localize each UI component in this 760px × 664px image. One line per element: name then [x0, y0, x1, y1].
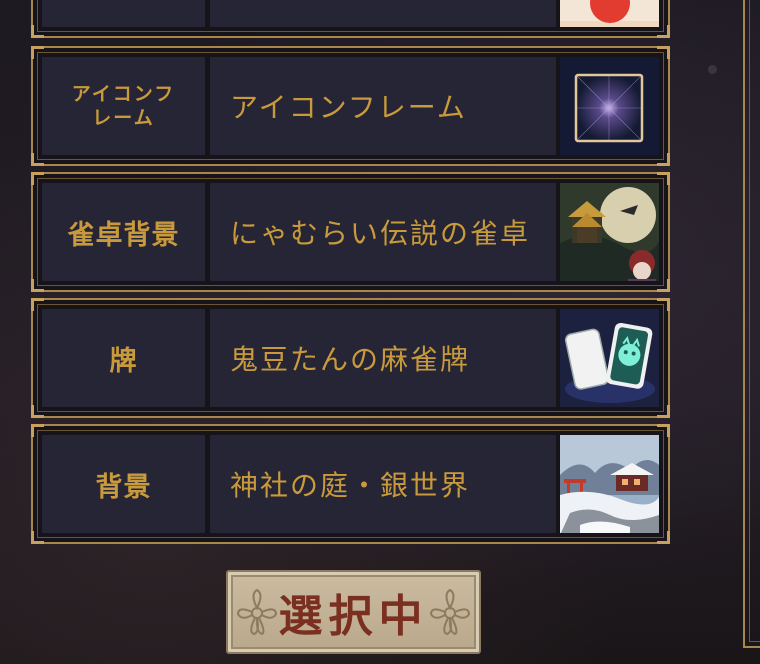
category-label: 背景	[42, 435, 205, 533]
side-panel-frame	[743, 0, 760, 648]
cherry-blossom-icon	[429, 588, 471, 636]
category-label: 雀卓背景	[42, 183, 205, 281]
list-item[interactable]: アイコンフ レーム アイコンフレーム	[31, 46, 670, 166]
selected-button-label: 選択中	[278, 591, 429, 642]
item-name: にゃむらい伝説の雀卓	[210, 183, 556, 281]
category-label: レーム	[92, 107, 155, 129]
list-item[interactable]: 雀卓背景 にゃむらい伝説の雀卓	[31, 172, 670, 292]
cherry-blossom-icon	[236, 588, 278, 636]
list-item[interactable]: 牌 鬼豆たんの麻雀牌	[31, 298, 670, 418]
red-sun-icon	[560, 0, 659, 27]
snow-shrine-thumbnail	[560, 435, 659, 533]
item-name: 鬼豆たんの麻雀牌	[210, 309, 556, 407]
item-name-cell	[210, 0, 556, 27]
castle-moon-thumbnail	[560, 183, 659, 281]
category-cell: アイコンフ レーム	[42, 57, 205, 155]
list-item[interactable]: 背景 神社の庭・銀世界	[31, 424, 670, 544]
category-label: アイコンフ	[71, 83, 176, 105]
category-label: 牌	[42, 309, 205, 407]
item-name: アイコンフレーム	[210, 57, 556, 155]
category-cell	[42, 0, 205, 27]
scroll-dot	[708, 65, 717, 74]
icon-frame-thumbnail	[560, 57, 659, 155]
list-item[interactable]	[31, 0, 670, 38]
selected-button[interactable]: 選択中	[226, 570, 481, 654]
mahjong-tiles-thumbnail	[560, 309, 659, 407]
item-name: 神社の庭・銀世界	[210, 435, 556, 533]
